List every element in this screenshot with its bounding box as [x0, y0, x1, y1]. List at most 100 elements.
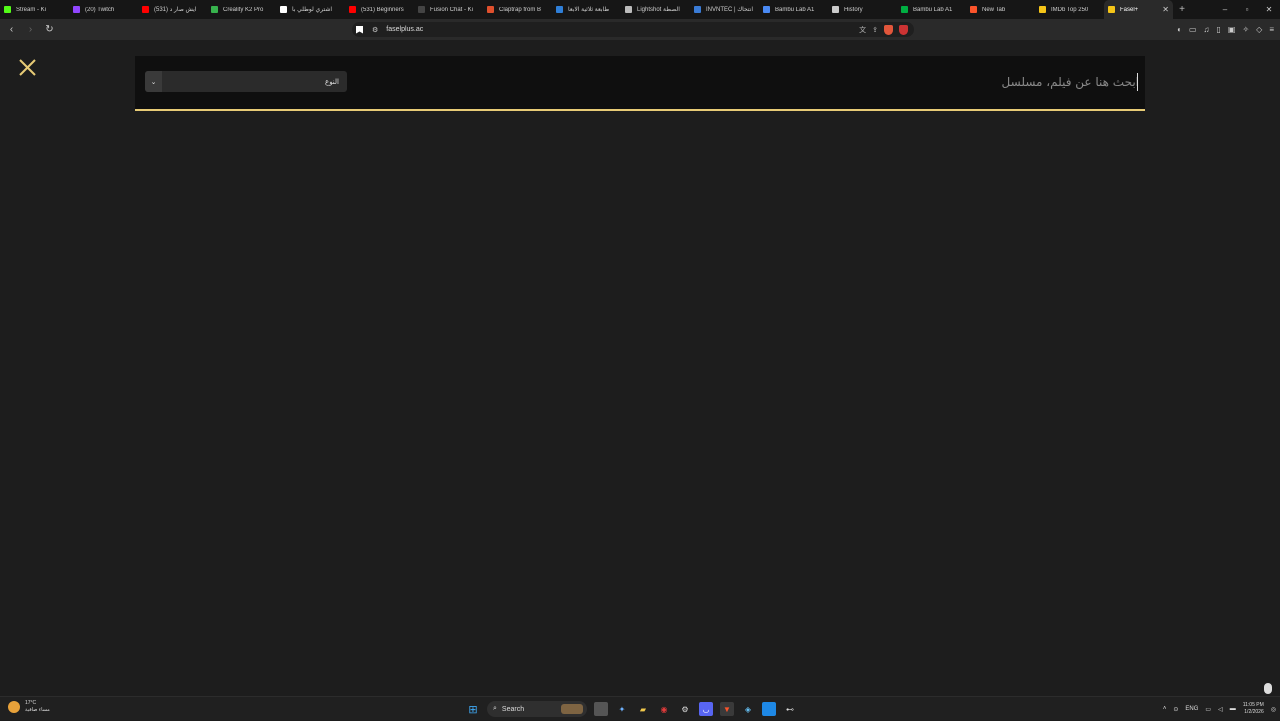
chevron-up-icon[interactable]: ˄: [1163, 706, 1167, 712]
tab-title: Bambu Lab A1: [913, 6, 953, 13]
browser-tab[interactable]: Creality K2 Pro: [207, 0, 276, 19]
browser-tab[interactable]: طابعة ثلاثية الابعا: [552, 0, 621, 19]
search-highlight-icon: [561, 704, 583, 714]
address-bar[interactable]: ⚙ faselplus.ac 文 ⇪: [352, 22, 914, 37]
browser-tab[interactable]: Stream - Ki: [0, 0, 69, 19]
tab-title: New Tab: [982, 6, 1006, 13]
browser-toolbar: ‹ › ↻ ⚙ faselplus.ac 文 ⇪ ◐ ▭ ♫ ▯ ▣ ✧ ◇ ≡: [0, 19, 1280, 40]
chrome-icon[interactable]: ◉: [657, 702, 671, 716]
tab-title: (20) Twitch: [85, 6, 115, 13]
clock[interactable]: 11:05 PM 1/2/2026: [1243, 702, 1264, 716]
leo-icon[interactable]: ✧: [1242, 25, 1249, 34]
task-view-icon[interactable]: [594, 702, 608, 716]
chevron-down-icon[interactable]: ⌄: [145, 71, 162, 92]
tab-title: (531) Beginners: [361, 6, 404, 13]
close-tab-icon[interactable]: ✕: [1162, 5, 1169, 14]
browser-tab[interactable]: Claptrap from B: [483, 0, 552, 19]
taskbar-search[interactable]: ⌕ Search: [487, 701, 587, 717]
fasel-icon: [1108, 6, 1115, 13]
browser-tab[interactable]: (20) Twitch: [69, 0, 138, 19]
copilot-icon[interactable]: ✦: [615, 702, 629, 716]
app-icon[interactable]: [762, 702, 776, 716]
weather-icon: [8, 701, 20, 713]
text-caret: [1137, 73, 1138, 91]
invntec-icon: [694, 6, 701, 13]
browser-tab[interactable]: New Tab: [966, 0, 1035, 19]
kick-icon: [4, 6, 11, 13]
system-tray: ˄ ⊙ ENG ▭ ◁ ▬ 11:05 PM 1/2/2026 ◎: [1163, 697, 1276, 721]
file-explorer-icon[interactable]: ▰: [636, 702, 650, 716]
language-indicator[interactable]: ENG: [1185, 706, 1198, 712]
browser-tab[interactable]: INVNTEC | انتحاك: [690, 0, 759, 19]
menu-icon[interactable]: ≡: [1269, 25, 1274, 34]
new-tab-button[interactable]: +: [1173, 4, 1191, 15]
extension-icon[interactable]: ◐: [1177, 25, 1182, 34]
toolbar-right: ◐ ▭ ♫ ▯ ▣ ✧ ◇ ≡: [1177, 19, 1274, 40]
settings-icon[interactable]: ⚙: [678, 702, 692, 716]
translate-icon[interactable]: 文: [859, 25, 866, 35]
search-icon: ⌕: [493, 705, 497, 712]
back-icon[interactable]: ‹: [4, 24, 19, 35]
feather-icon: [625, 6, 632, 13]
genre-select[interactable]: ⌄ النوع: [145, 71, 347, 92]
sidebar-icon[interactable]: ▯: [1217, 25, 1221, 34]
windows-start-icon[interactable]: ⊞: [466, 702, 480, 716]
taskbar-search-label: Search: [501, 705, 525, 713]
brave-icon[interactable]: ▼: [720, 702, 734, 716]
site-info-icon[interactable]: ⚙: [372, 26, 378, 34]
notification-icon[interactable]: ◎: [1271, 706, 1276, 713]
browser-tab[interactable]: Bambu Lab A1: [897, 0, 966, 19]
browser-tab[interactable]: ايش صار د (531): [138, 0, 207, 19]
search-input[interactable]: [539, 72, 1139, 92]
reader-icon[interactable]: ▭: [1189, 25, 1197, 34]
weather-desc: مساء صافية: [25, 707, 50, 713]
tab-title: Stream - Ki: [16, 6, 47, 13]
microphone-icon[interactable]: ⊙: [1173, 706, 1178, 713]
steam-icon[interactable]: ◈: [741, 702, 755, 716]
browser-tab[interactable]: (531) Beginners: [345, 0, 414, 19]
forward-icon[interactable]: ›: [23, 24, 38, 35]
reload-icon[interactable]: ↻: [42, 24, 57, 35]
tab-strip: Stream - Ki (20) Twitch ايش صار د (531) Cre…: [0, 0, 1280, 19]
browser-tab[interactable]: اشتري لوطلي بأ: [276, 0, 345, 19]
page-icon: [280, 6, 287, 13]
volume-icon[interactable]: ◁: [1218, 706, 1223, 713]
browser-tab[interactable]: History: [828, 0, 897, 19]
taskbar-apps: ⊞ ⌕ Search ✦ ▰ ◉ ⚙ ◡ ▼ ◈ ⊷: [466, 697, 797, 721]
minimize-button[interactable]: –: [1214, 0, 1236, 19]
browser-tab[interactable]: Fusion Chat - Ki: [414, 0, 483, 19]
brave-rewards-icon[interactable]: [899, 24, 908, 35]
browser-tab[interactable]: IMDb Top 250: [1035, 0, 1104, 19]
history-icon: [832, 6, 839, 13]
fusion-icon: [418, 6, 425, 13]
music-icon[interactable]: ♫: [1204, 25, 1210, 34]
close-search-icon[interactable]: [17, 57, 38, 78]
discord-icon[interactable]: ◡: [699, 702, 713, 716]
tab-title: Lightshot الصطة: [637, 7, 680, 13]
close-window-button[interactable]: ✕: [1258, 0, 1280, 19]
weather-widget[interactable]: 17°C مساء صافية: [8, 700, 50, 714]
game-icon[interactable]: ⊷: [783, 702, 797, 716]
brave-shield-icon[interactable]: [884, 24, 893, 35]
maximize-button[interactable]: ▫: [1236, 0, 1258, 19]
share-icon[interactable]: ⇪: [872, 26, 878, 34]
tab-title: Bambu Lab A1: [775, 6, 815, 13]
wallet-icon[interactable]: ▣: [1228, 25, 1236, 34]
doc-icon: [556, 6, 563, 13]
browser-tab[interactable]: Lightshot الصطة: [621, 0, 690, 19]
window-controls: – ▫ ✕: [1214, 0, 1280, 19]
browser-tab[interactable]: Bambu Lab A1: [759, 0, 828, 19]
tab-title: طابعة ثلاثية الابعا: [568, 7, 610, 13]
browser-tab[interactable]: Fasel+ ✕: [1104, 0, 1173, 19]
battery-icon[interactable]: ▬: [1230, 706, 1236, 712]
tab-title: اشتري لوطلي بأ: [292, 7, 333, 13]
bambu-icon: [763, 6, 770, 13]
bookmark-icon[interactable]: [356, 25, 363, 34]
network-icon[interactable]: ▭: [1205, 706, 1211, 713]
url-text[interactable]: faselplus.ac: [386, 26, 423, 33]
twitch-icon: [73, 6, 80, 13]
voice-access-icon[interactable]: [1264, 683, 1272, 694]
vpn-icon[interactable]: ◇: [1256, 25, 1262, 34]
tab-title: Creality K2 Pro: [223, 6, 264, 13]
clock-time: 11:05 PM: [1242, 702, 1264, 708]
